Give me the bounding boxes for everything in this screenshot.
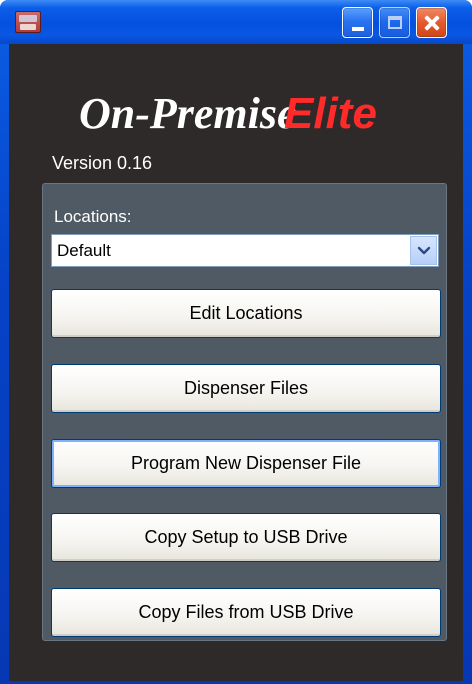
minimize-button[interactable]: [342, 7, 373, 38]
dispenser-files-button[interactable]: Dispenser Files: [51, 364, 441, 413]
copy-files-from-usb-button[interactable]: Copy Files from USB Drive: [51, 588, 441, 637]
close-icon: [417, 8, 446, 37]
app-icon[interactable]: [15, 11, 41, 33]
locations-selected-value: Default: [57, 241, 111, 260]
program-new-dispenser-file-button[interactable]: Program New Dispenser File: [51, 439, 441, 488]
maximize-button: [379, 7, 410, 38]
version-text: Version 0.16: [52, 153, 153, 173]
client-area: On-Premise Elite Version 0.16 Locations:…: [9, 44, 463, 681]
edit-locations-button[interactable]: Edit Locations: [51, 289, 441, 338]
copy-setup-to-usb-button[interactable]: Copy Setup to USB Drive: [51, 513, 441, 562]
chevron-down-icon: [417, 246, 431, 255]
minimize-icon: [352, 27, 364, 31]
locations-label: Locations:: [54, 207, 132, 226]
dropdown-button[interactable]: [410, 236, 437, 265]
actions-panel: Locations: Default Edit Locations Dispen…: [42, 183, 447, 641]
close-button[interactable]: [416, 7, 447, 38]
locations-dropdown[interactable]: Default: [51, 234, 439, 267]
app-logo: On-Premise Elite: [69, 76, 429, 146]
app-window: On-Premise Elite Version 0.16 Locations:…: [0, 0, 472, 684]
logo-svg: On-Premise Elite: [79, 89, 377, 138]
logo-text-part2: Elite: [284, 89, 377, 138]
title-bar[interactable]: [0, 0, 472, 44]
maximize-icon: [388, 16, 402, 29]
logo-text-part1: On-Premise: [79, 89, 297, 138]
